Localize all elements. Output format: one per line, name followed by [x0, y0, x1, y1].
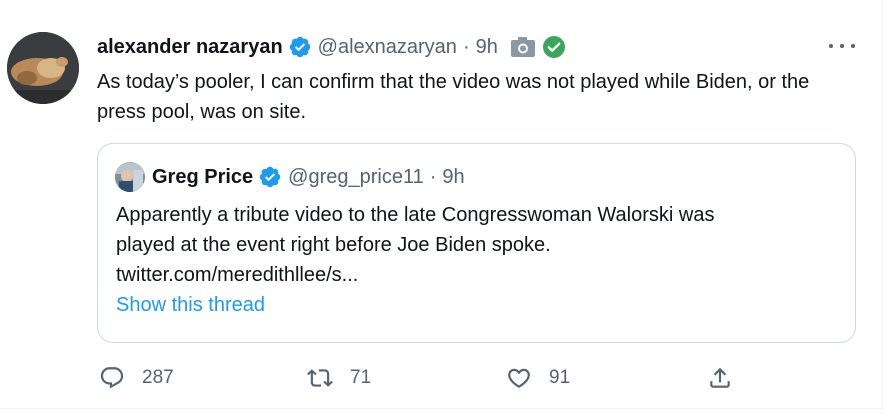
reply-button[interactable]: 287: [99, 362, 174, 394]
quote-text-line: played at the event right before Joe Bid…: [116, 234, 551, 256]
quote-text-line: Apparently a tribute video to the late C…: [116, 204, 715, 226]
tweet-header: alexander nazaryan @alexnazaryan · 9h: [97, 33, 566, 61]
like-button[interactable]: 91: [506, 362, 570, 394]
quote-author-name: Greg Price: [152, 165, 254, 188]
verified-badge-icon: [288, 35, 312, 59]
share-button[interactable]: [707, 362, 733, 394]
retweet-count: 71: [350, 367, 372, 388]
camera-icon[interactable]: [510, 36, 536, 58]
tweet[interactable]: alexander nazaryan @alexnazaryan · 9h As…: [0, 0, 883, 409]
like-count: 91: [549, 367, 571, 388]
author-handle[interactable]: @alexnazaryan: [318, 36, 457, 59]
quote-time: 9h: [442, 165, 465, 188]
quote-header: Greg Price @greg_price11 · 9h: [152, 163, 465, 191]
quote-author-avatar: [115, 162, 145, 192]
green-check-icon[interactable]: [542, 35, 566, 59]
more-icon[interactable]: [829, 38, 855, 54]
quote-author-handle: @greg_price11: [288, 165, 424, 188]
tweet-text: As today’s pooler, I can confirm that th…: [97, 71, 810, 123]
like-icon: [508, 368, 530, 388]
quote-text: Apparently a tribute video to the late C…: [116, 200, 836, 290]
tweet-actions: 287 71 91: [97, 362, 857, 394]
quote-link: twitter.com/meredithllee/s...: [116, 264, 359, 286]
share-icon: [710, 367, 730, 388]
reply-icon: [100, 367, 124, 389]
show-thread-link[interactable]: Show this thread: [116, 294, 265, 317]
retweet-button[interactable]: 71: [307, 362, 371, 394]
quoted-tweet[interactable]: Greg Price @greg_price11 · 9h Apparently…: [97, 143, 856, 343]
verified-badge-icon: [258, 165, 282, 189]
reply-count: 287: [142, 367, 174, 388]
author-avatar[interactable]: [7, 32, 79, 104]
separator-dot: ·: [462, 35, 470, 58]
tweet-time[interactable]: 9h: [476, 36, 498, 59]
retweet-icon: [307, 369, 333, 387]
separator-dot: ·: [429, 165, 437, 188]
author-name[interactable]: alexander nazaryan: [97, 36, 283, 59]
